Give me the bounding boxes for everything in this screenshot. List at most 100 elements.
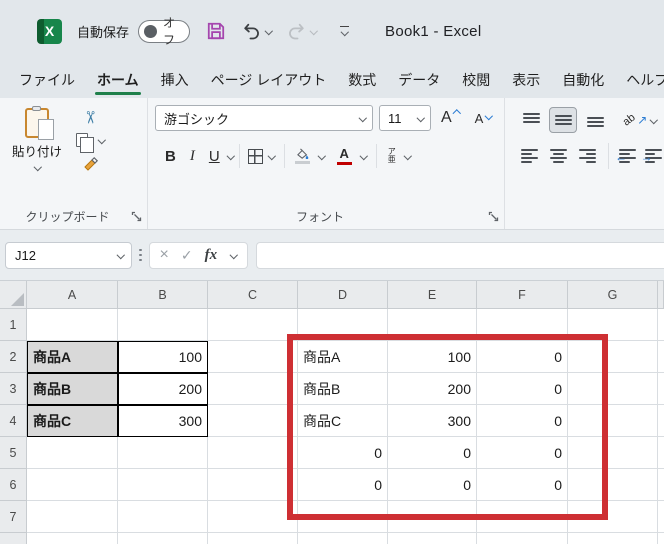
decrease-indent-button[interactable]: ←	[615, 147, 638, 165]
phonetic-guide-button[interactable]: ア亜	[381, 146, 416, 166]
cell-F7[interactable]	[477, 501, 568, 533]
cell-A6[interactable]	[27, 469, 118, 501]
cell-clipped[interactable]	[658, 469, 664, 501]
row-header-6[interactable]: 6	[0, 469, 27, 501]
italic-button[interactable]: I	[183, 146, 202, 167]
cell-A5[interactable]	[27, 437, 118, 469]
align-middle-button[interactable]	[549, 107, 577, 133]
cell-A2[interactable]: 商品A	[27, 341, 118, 373]
bold-button[interactable]: B	[158, 146, 183, 167]
phonetic-dropdown-icon[interactable]	[404, 152, 412, 160]
cell-B8[interactable]	[118, 533, 208, 544]
fill-color-button[interactable]	[289, 146, 330, 167]
cell-F6[interactable]: 0	[477, 469, 568, 501]
cell-G3[interactable]	[568, 373, 658, 405]
cell-G2[interactable]	[568, 341, 658, 373]
cell-G1[interactable]	[568, 309, 658, 341]
tab-file[interactable]: ファイル	[8, 62, 86, 98]
col-header-D[interactable]: D	[298, 281, 388, 309]
paste-dropdown-icon[interactable]	[33, 163, 41, 171]
borders-button[interactable]	[244, 147, 280, 166]
row-header-1[interactable]: 1	[0, 309, 27, 341]
redo-button[interactable]	[287, 22, 317, 40]
font-name-combobox[interactable]: 游ゴシック	[155, 105, 373, 131]
tab-formulas[interactable]: 数式	[337, 62, 387, 98]
underline-dropdown-icon[interactable]	[227, 152, 235, 160]
tab-review[interactable]: 校閲	[451, 62, 501, 98]
increase-indent-button[interactable]: →	[641, 147, 664, 165]
cell-G5[interactable]	[568, 437, 658, 469]
cell-B7[interactable]	[118, 501, 208, 533]
cell-C8[interactable]	[208, 533, 298, 544]
underline-button[interactable]: U	[202, 146, 227, 167]
enter-icon[interactable]: ✓	[181, 248, 193, 262]
font-color-dropdown-icon[interactable]	[360, 152, 368, 160]
cell-G6[interactable]	[568, 469, 658, 501]
undo-button[interactable]	[242, 22, 272, 40]
tab-help[interactable]: ヘルプ	[615, 62, 664, 98]
font-name-dropdown-icon[interactable]	[358, 114, 366, 122]
row-header-5[interactable]: 5	[0, 437, 27, 469]
fx-dropdown-icon[interactable]	[229, 251, 237, 259]
clipboard-dialog-launcher-icon[interactable]	[131, 211, 142, 222]
tab-data[interactable]: データ	[387, 62, 451, 98]
cell-D6[interactable]: 0	[298, 469, 388, 501]
cell-C1[interactable]	[208, 309, 298, 341]
cell-A3[interactable]: 商品B	[27, 373, 118, 405]
row-header-7[interactable]: 7	[0, 501, 27, 533]
cell-D4[interactable]: 商品C	[298, 405, 388, 437]
formula-bar-handle[interactable]	[139, 248, 142, 262]
cell-B4[interactable]: 300	[118, 405, 208, 437]
cell-A4[interactable]: 商品C	[27, 405, 118, 437]
cell-D1[interactable]	[298, 309, 388, 341]
cell-B5[interactable]	[118, 437, 208, 469]
cell-F3[interactable]: 0	[477, 373, 568, 405]
fill-color-dropdown-icon[interactable]	[318, 152, 326, 160]
col-header-F[interactable]: F	[477, 281, 568, 309]
cell-B1[interactable]	[118, 309, 208, 341]
cell-B2[interactable]: 100	[118, 341, 208, 373]
col-header-G[interactable]: G	[568, 281, 658, 309]
tab-page-layout[interactable]: ページ レイアウト	[200, 62, 338, 98]
cell-F5[interactable]: 0	[477, 437, 568, 469]
cell-C2[interactable]	[208, 341, 298, 373]
save-button[interactable]	[206, 21, 226, 41]
cancel-icon[interactable]: ×	[160, 247, 169, 263]
cell-clipped[interactable]	[658, 533, 664, 544]
quick-access-toolbar-more-button[interactable]	[340, 25, 350, 37]
cell-F4[interactable]: 0	[477, 405, 568, 437]
col-header-B[interactable]: B	[118, 281, 208, 309]
cell-F2[interactable]: 0	[477, 341, 568, 373]
font-color-button[interactable]: A	[330, 145, 372, 167]
cell-G7[interactable]	[568, 501, 658, 533]
font-size-combobox[interactable]: 11	[379, 105, 431, 131]
cell-clipped[interactable]	[658, 341, 664, 373]
tab-home[interactable]: ホーム	[86, 62, 150, 98]
cell-D5[interactable]: 0	[298, 437, 388, 469]
select-all-corner[interactable]	[0, 281, 27, 309]
row-header-3[interactable]: 3	[0, 373, 27, 405]
cell-A1[interactable]	[27, 309, 118, 341]
cell-clipped[interactable]	[658, 309, 664, 341]
cell-C5[interactable]	[208, 437, 298, 469]
col-header-clipped[interactable]	[658, 281, 664, 309]
cell-D3[interactable]: 商品B	[298, 373, 388, 405]
tab-view[interactable]: 表示	[501, 62, 551, 98]
cell-E2[interactable]: 100	[388, 341, 477, 373]
copy-button[interactable]	[76, 133, 105, 153]
font-size-dropdown-icon[interactable]	[416, 114, 424, 122]
redo-dropdown-icon[interactable]	[309, 27, 317, 35]
cell-E4[interactable]: 300	[388, 405, 477, 437]
tab-automate[interactable]: 自動化	[551, 62, 615, 98]
cell-B6[interactable]	[118, 469, 208, 501]
cell-clipped[interactable]	[658, 437, 664, 469]
row-header-8[interactable]: 8	[0, 533, 27, 544]
orientation-dropdown-icon[interactable]	[649, 116, 657, 124]
cell-B3[interactable]: 200	[118, 373, 208, 405]
borders-dropdown-icon[interactable]	[268, 152, 276, 160]
tab-insert[interactable]: 挿入	[150, 62, 200, 98]
copy-dropdown-icon[interactable]	[97, 136, 105, 144]
undo-dropdown-icon[interactable]	[264, 27, 272, 35]
cell-F8[interactable]	[477, 533, 568, 544]
align-top-button[interactable]	[517, 107, 545, 133]
